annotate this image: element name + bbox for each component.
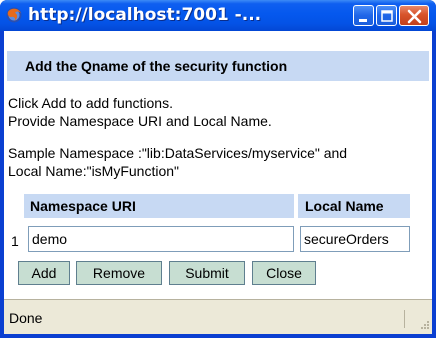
resize-grip-icon[interactable] xyxy=(418,320,430,332)
dialog-heading: Add the Qname of the security function xyxy=(25,58,288,74)
local-name-input[interactable] xyxy=(300,226,410,252)
row-index: 1 xyxy=(11,233,19,249)
sample-line-1: Sample Namespace :"lib:DataServices/myse… xyxy=(8,145,348,161)
status-text: Done xyxy=(9,310,405,328)
add-button[interactable]: Add xyxy=(18,261,70,285)
instructions-line-2: Provide Namespace URI and Local Name. xyxy=(8,113,272,129)
firefox-icon xyxy=(6,7,22,23)
instructions-line-1: Click Add to add functions. xyxy=(8,95,173,111)
column-header-local-name: Local Name xyxy=(298,194,410,218)
maximize-icon xyxy=(381,10,393,22)
close-button[interactable]: Close xyxy=(252,261,316,285)
minimize-button[interactable] xyxy=(353,5,374,26)
page-content: Add the Qname of the security function C… xyxy=(4,31,432,334)
submit-button[interactable]: Submit xyxy=(169,261,245,285)
window-title: http://localhost:7001 -... xyxy=(28,5,262,25)
browser-popup-window: http://localhost:7001 -... Add the Qname… xyxy=(0,0,436,338)
namespace-uri-input[interactable] xyxy=(28,226,294,252)
remove-button[interactable]: Remove xyxy=(76,261,162,285)
status-bar: Done xyxy=(4,299,432,334)
maximize-button[interactable] xyxy=(376,5,397,26)
sample-line-2: Local Name:"isMyFunction" xyxy=(8,163,180,179)
minimize-icon xyxy=(359,19,367,22)
close-icon xyxy=(407,9,422,24)
close-window-button[interactable] xyxy=(399,5,429,26)
column-header-namespace-uri: Namespace URI xyxy=(24,194,294,218)
dialog-header: Add the Qname of the security function xyxy=(7,51,429,81)
title-bar[interactable]: http://localhost:7001 -... xyxy=(0,0,436,31)
